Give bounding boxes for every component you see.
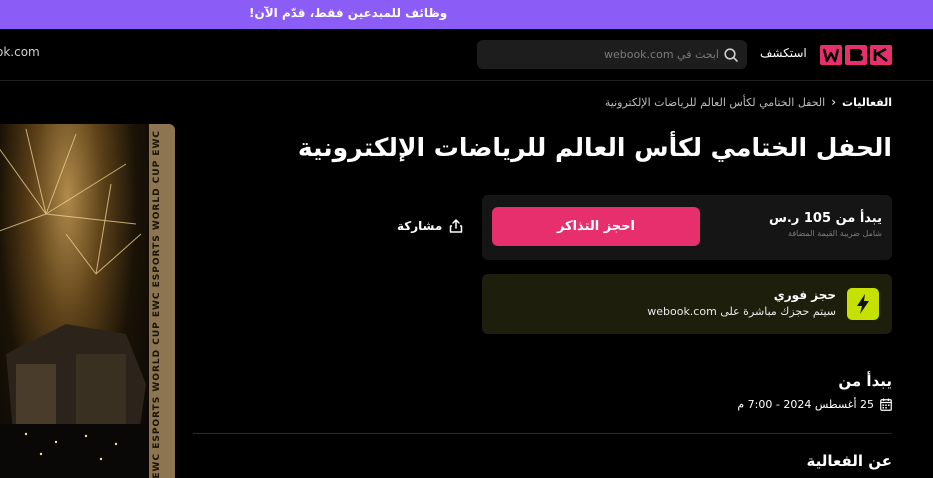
- price-starts-label: يبدأ من: [835, 211, 882, 226]
- explore-link[interactable]: استكشف: [760, 46, 807, 60]
- search-input[interactable]: [489, 40, 719, 69]
- breadcrumb-current: الحفل الختامي لكأس العالم للرياضات الإلك…: [604, 95, 826, 109]
- section-divider: [193, 433, 892, 434]
- event-date-row: 25 أغسطس 2024 - 7:00 م: [737, 398, 892, 411]
- schedule-heading: يبدأ من: [838, 372, 892, 390]
- breadcrumb-events-link[interactable]: الفعاليات: [842, 96, 892, 109]
- banner-text[interactable]: وظائف للمبدعين فقط، قدّم الآن!: [249, 6, 447, 20]
- breadcrumb: الفعاليات ‹ الحفل الختامي لكأس العالم لل…: [605, 95, 892, 109]
- event-poster: EWC ESPORTS WORLD CUP EWC ESPORTS WORLD …: [0, 124, 175, 478]
- poster-side-strip: EWC ESPORTS WORLD CUP EWC ESPORTS WORLD …: [149, 124, 175, 478]
- instant-booking-card: حجز فوري سيتم حجزك مباشرة على webook.com: [482, 274, 892, 334]
- poster-strip-text: EWC ESPORTS WORLD CUP EWC ESPORTS WORLD …: [152, 130, 162, 478]
- instant-booking-title: حجز فوري: [773, 288, 836, 302]
- calendar-icon: [880, 398, 892, 411]
- instant-booking-description: سيتم حجزك مباشرة على webook.com: [647, 305, 836, 318]
- fireworks-illustration: [0, 128, 149, 478]
- site-header: ok.com استكشف: [0, 29, 933, 81]
- book-tickets-button[interactable]: احجز التذاكر: [492, 207, 700, 246]
- event-date-time: 25 أغسطس 2024 - 7:00 م: [737, 398, 874, 411]
- search-icon[interactable]: [723, 47, 739, 63]
- price-line: يبدأ من 105 ر.س: [769, 211, 882, 226]
- poster-image: [0, 124, 149, 478]
- vat-note: شامل ضريبة القيمة المضافة: [787, 229, 882, 238]
- price-amount: 105: [803, 211, 832, 226]
- price-currency: ر.س: [768, 211, 800, 226]
- share-icon: [450, 219, 463, 233]
- page-title: الحفل الختامي لكأس العالم للرياضات الإلك…: [297, 133, 892, 162]
- share-label: مشاركة: [397, 219, 443, 233]
- about-heading: عن الفعالية: [806, 452, 893, 470]
- webook-logo[interactable]: [820, 43, 893, 67]
- chevron-left-icon: ‹: [831, 95, 837, 109]
- share-button[interactable]: مشاركة: [397, 218, 464, 234]
- lightning-icon: [847, 288, 879, 320]
- domain-label: ok.com: [0, 45, 40, 59]
- search-bar[interactable]: [477, 40, 747, 69]
- price-card: يبدأ من 105 ر.س شامل ضريبة القيمة المضاف…: [482, 195, 892, 260]
- announcement-banner[interactable]: وظائف للمبدعين فقط، قدّم الآن!: [0, 0, 933, 29]
